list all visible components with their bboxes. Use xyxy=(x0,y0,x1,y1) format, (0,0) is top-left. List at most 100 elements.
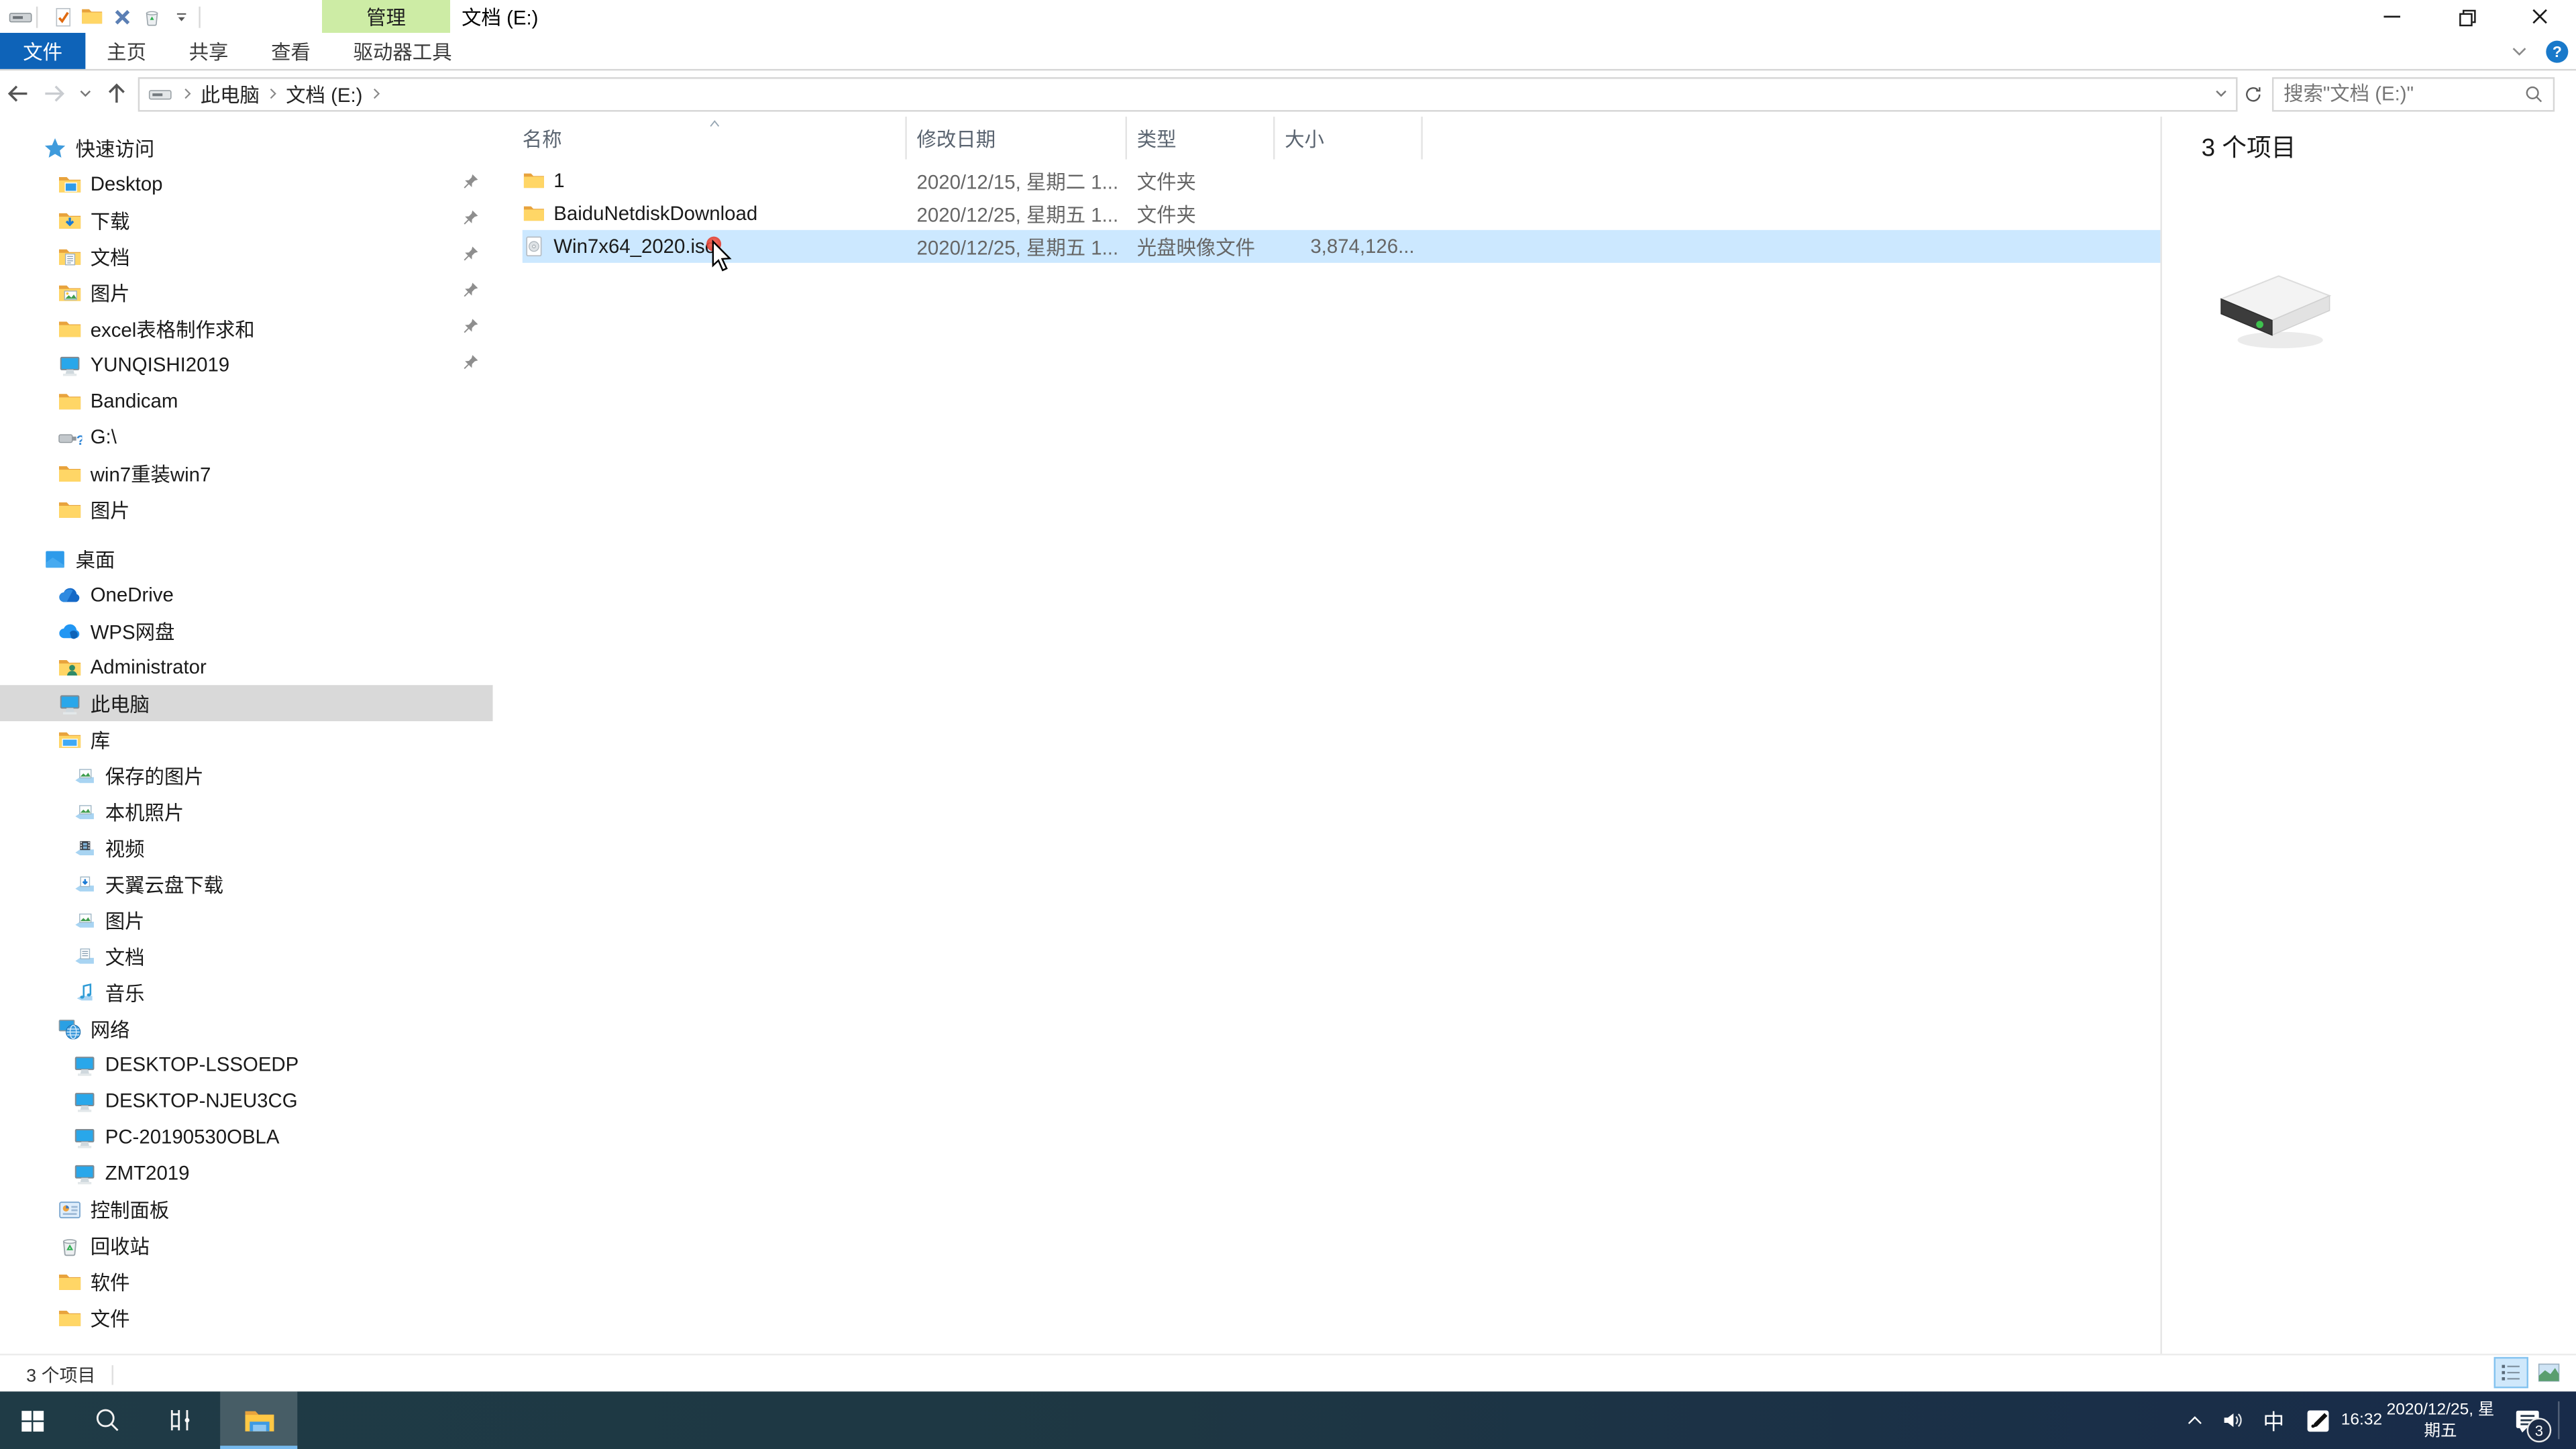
sidebar-item[interactable]: 库 xyxy=(0,721,493,757)
sidebar-item[interactable]: Bandicam xyxy=(0,383,493,419)
sidebar-item[interactable]: 本机照片 xyxy=(0,794,493,830)
breadcrumb-this-pc[interactable]: 此电脑 xyxy=(197,80,263,108)
thumbnail-view-button[interactable] xyxy=(2532,1357,2566,1389)
sidebar-item[interactable]: 桌面 xyxy=(0,541,493,577)
sidebar-item[interactable]: 视频 xyxy=(0,830,493,866)
pin-icon xyxy=(462,281,480,299)
notification-center-button[interactable]: 3 xyxy=(2499,1391,2555,1449)
sidebar-item[interactable]: excel表格制作求和 xyxy=(0,311,493,347)
sidebar-item[interactable]: 图片 xyxy=(0,491,493,527)
search-input[interactable] xyxy=(2273,82,2524,105)
breadcrumb-current-drive[interactable]: 文档 (E:) xyxy=(282,80,366,108)
ribbon-collapse-icon[interactable] xyxy=(2509,40,2530,62)
sidebar-item[interactable]: 天翼云盘下载 xyxy=(0,866,493,902)
notification-badge: 3 xyxy=(2526,1417,2552,1443)
sidebar-item[interactable]: 回收站 xyxy=(0,1227,493,1263)
sidebar-item[interactable]: 图片 xyxy=(0,902,493,938)
recycle-icon[interactable] xyxy=(136,1,166,31)
file-type: 文件夹 xyxy=(1136,170,1196,193)
qat-dropdown-icon[interactable] xyxy=(166,1,195,31)
new-folder-icon[interactable] xyxy=(77,1,107,31)
close-button[interactable] xyxy=(2502,0,2576,33)
sidebar-item[interactable]: OneDrive xyxy=(0,577,493,613)
volume-icon[interactable] xyxy=(2213,1391,2253,1449)
column-header[interactable]: 大小 xyxy=(1275,116,1423,160)
pen-input-icon[interactable] xyxy=(2295,1391,2341,1449)
column-header[interactable]: 类型 xyxy=(1127,116,1275,160)
sidebar-item[interactable]: PC-20190530OBLA xyxy=(0,1119,493,1155)
column-header[interactable]: 名称 xyxy=(522,116,907,160)
sidebar-item-label: 文件 xyxy=(90,1307,130,1330)
minimize-button[interactable] xyxy=(2354,0,2428,33)
forward-icon[interactable] xyxy=(36,76,72,112)
tab-share[interactable]: 共享 xyxy=(168,33,250,69)
sidebar-item[interactable]: ? G:\ xyxy=(0,419,493,455)
back-icon[interactable] xyxy=(0,76,36,112)
navigation-pane: 快速访问 Desktop 下载 文档 图片 excel表格制作求和 YUNQISHI2019… xyxy=(0,117,493,1354)
status-separator xyxy=(111,1364,114,1385)
tab-view[interactable]: 查看 xyxy=(250,33,331,69)
sidebar-item[interactable]: 网络 xyxy=(0,1010,493,1046)
tray-chevron-icon[interactable] xyxy=(2177,1391,2213,1449)
search-icon[interactable] xyxy=(2524,83,2545,105)
sidebar-item[interactable]: 文档 xyxy=(0,238,493,274)
file-row[interactable]: 1 2020/12/15, 星期二 1... 文件夹 xyxy=(523,164,2161,197)
task-view-button[interactable] xyxy=(148,1391,213,1449)
sidebar-item[interactable]: 保存的图片 xyxy=(0,757,493,794)
sidebar-item-label: 回收站 xyxy=(90,1234,150,1258)
refresh-icon[interactable] xyxy=(2239,76,2265,111)
sidebar-item[interactable]: win7重装win7 xyxy=(0,455,493,491)
tab-drive-tools[interactable]: 驱动器工具 xyxy=(332,33,474,69)
sidebar-item[interactable]: 此电脑 xyxy=(0,685,493,722)
drive-small-icon xyxy=(148,81,172,106)
breadcrumb-chevron-icon[interactable] xyxy=(368,85,384,101)
sidebar-item[interactable]: WPS网盘 xyxy=(0,612,493,649)
folder-icon xyxy=(58,497,83,522)
file-row[interactable]: BaiduNetdiskDownload 2020/12/25, 星期五 1...… xyxy=(523,197,2161,230)
sidebar-item[interactable]: 文档 xyxy=(0,938,493,974)
up-icon[interactable] xyxy=(99,76,135,112)
address-dropdown-icon[interactable] xyxy=(2213,85,2229,101)
start-button[interactable] xyxy=(0,1391,66,1449)
ime-indicator[interactable]: 中 xyxy=(2253,1391,2296,1449)
breadcrumb-chevron-icon[interactable] xyxy=(264,85,280,101)
window-drive-icon xyxy=(8,4,33,29)
sidebar-item[interactable]: 文件 xyxy=(0,1299,493,1336)
folder-doc-icon xyxy=(58,244,83,269)
sidebar-item-label: G:\ xyxy=(90,425,117,449)
sidebar-item[interactable]: 图片 xyxy=(0,274,493,311)
search-box[interactable] xyxy=(2271,76,2555,111)
sidebar-item[interactable]: Desktop xyxy=(0,166,493,202)
address-bar[interactable]: 此电脑 文档 (E:) xyxy=(138,76,2238,111)
sidebar-item-label: YUNQISHI2019 xyxy=(90,353,230,376)
library-icon xyxy=(58,727,83,752)
sidebar-item-label: 下载 xyxy=(90,209,130,233)
undo-check-icon[interactable] xyxy=(48,1,77,31)
column-header-label: 名称 xyxy=(522,127,562,151)
sidebar-item[interactable]: YUNQISHI2019 xyxy=(0,347,493,383)
file-row[interactable]: Win7x64_2020.iso 2020/12/25, 星期五 1... 光盘映像… xyxy=(522,229,2161,263)
taskbar-clock[interactable]: 16:32 2020/12/25, 星期五 xyxy=(2341,1391,2499,1449)
sidebar-item[interactable]: 下载 xyxy=(0,202,493,238)
sidebar-item[interactable]: DESKTOP-NJEU3CG xyxy=(0,1083,493,1119)
taskbar-search-button[interactable] xyxy=(74,1391,140,1449)
delete-x-icon[interactable] xyxy=(107,1,136,31)
sidebar-item[interactable]: 控制面板 xyxy=(0,1191,493,1228)
pin-icon xyxy=(462,209,480,227)
sidebar-item[interactable]: 快速访问 xyxy=(0,129,493,166)
sidebar-item[interactable]: Administrator xyxy=(0,649,493,685)
sidebar-item[interactable]: ZMT2019 xyxy=(0,1155,493,1191)
recent-locations-icon[interactable] xyxy=(72,76,99,112)
restore-button[interactable] xyxy=(2428,0,2502,33)
show-desktop-button[interactable] xyxy=(2560,1391,2576,1449)
details-view-button[interactable] xyxy=(2493,1356,2528,1389)
sidebar-item[interactable]: 软件 xyxy=(0,1263,493,1299)
taskbar-explorer-button[interactable] xyxy=(220,1391,298,1449)
tab-file[interactable]: 文件 xyxy=(0,32,86,69)
column-header[interactable]: 修改日期 xyxy=(907,116,1128,160)
pin-icon xyxy=(462,172,480,191)
sidebar-item[interactable]: 音乐 xyxy=(0,974,493,1010)
help-icon[interactable]: ? xyxy=(2544,39,2569,64)
sidebar-item[interactable]: DESKTOP-LSSOEDP xyxy=(0,1046,493,1083)
tab-home[interactable]: 主页 xyxy=(85,33,167,69)
